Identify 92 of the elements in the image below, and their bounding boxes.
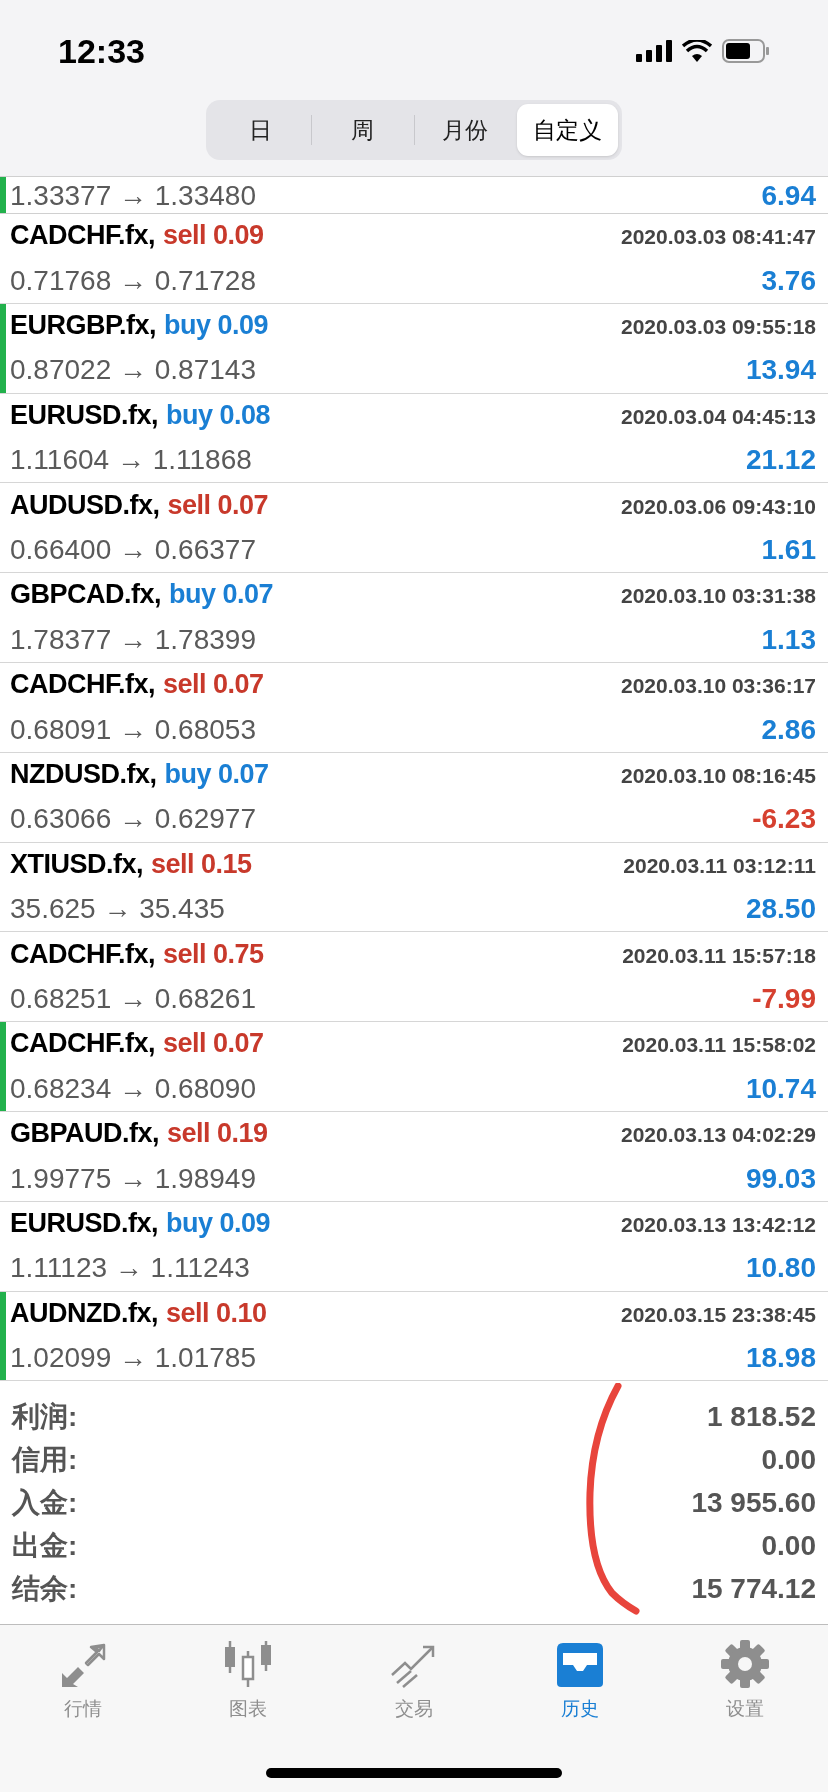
symbol-name: EURUSD.fx,: [10, 398, 159, 432]
order-type: buy 0.09: [166, 1206, 271, 1240]
price-range: 0.66400 → 0.66377: [10, 533, 256, 568]
order-type: sell 0.07: [163, 1027, 264, 1061]
profit-value: -6.23: [752, 802, 816, 837]
trade-time: 2020.03.10 03:36:17: [621, 673, 816, 700]
summary-value: 13 955.60: [691, 1485, 816, 1520]
trade-time: 2020.03.13 04:02:29: [621, 1122, 816, 1149]
price-range: 1.11123 → 1.11243: [10, 1251, 250, 1286]
price-range: 1.11604 → 1.11868: [10, 443, 252, 478]
price-range: 0.71768 → 0.71728: [10, 263, 256, 298]
trade-time: 2020.03.13 13:42:12: [621, 1211, 816, 1238]
symbol-name: AUDNZD.fx,: [10, 1296, 158, 1330]
period-tab[interactable]: 周: [312, 104, 414, 156]
nav-tab[interactable]: 行情: [0, 1637, 166, 1724]
profit-value: 18.98: [745, 1341, 816, 1376]
summary-label: 入金:: [12, 1485, 78, 1520]
trade-time: 2020.03.15 23:38:45: [621, 1301, 816, 1328]
symbol-name: CADCHF.fx,: [10, 937, 155, 971]
symbol-name: XTIUSD.fx,: [10, 847, 144, 881]
clock-time: 12:33: [58, 30, 145, 72]
symbol-name: EURUSD.fx,: [10, 1206, 159, 1240]
symbol-name: CADCHF.fx,: [10, 668, 155, 702]
trade-time: 2020.03.11 03:12:11: [623, 852, 816, 879]
symbol-name: EURGBP.fx,: [10, 308, 157, 342]
nav-tab[interactable]: 历史: [496, 1637, 663, 1724]
summary-value: 0.00: [761, 1528, 816, 1563]
symbol-name: CADCHF.fx,: [10, 1027, 155, 1061]
profit-value: 13.94: [745, 353, 816, 388]
symbol-name: GBPCAD.fx,: [10, 578, 161, 612]
order-type: buy 0.08: [166, 398, 271, 432]
summary-label: 信用:: [12, 1442, 78, 1477]
profit-value: 28.50: [745, 892, 816, 927]
battery-icon: [722, 39, 770, 63]
trade-time: 2020.03.03 09:55:18: [621, 313, 816, 340]
trade-time: 2020.03.11 15:58:02: [622, 1032, 816, 1059]
price-range: 0.68091 → 0.68053: [10, 712, 256, 747]
order-type: sell 0.09: [163, 219, 264, 253]
period-tab[interactable]: 月份: [414, 104, 516, 156]
price-range: 1.33377 → 1.33480: [10, 179, 256, 213]
nav-tab[interactable]: 图表: [165, 1637, 332, 1724]
price-range: 1.99775 → 1.98949: [10, 1161, 256, 1196]
trade-time: 2020.03.06 09:43:10: [621, 493, 816, 520]
summary-label: 结余:: [12, 1571, 78, 1606]
wifi-icon: [682, 40, 712, 62]
profit-value: 99.03: [745, 1161, 816, 1196]
profit-value: -7.99: [752, 982, 816, 1016]
summary-value: 1 818.52: [707, 1399, 816, 1434]
price-range: 0.68251 → 0.68261: [10, 982, 256, 1016]
price-range: 35.625 → 35.435: [10, 892, 225, 927]
summary-value: 0.00: [761, 1442, 816, 1477]
profit-value: 1.61: [761, 533, 816, 568]
inbox-icon: [554, 1641, 605, 1689]
signal-icon: [636, 40, 672, 62]
profit-value: 21.12: [745, 443, 816, 478]
order-type: buy 0.09: [164, 308, 269, 342]
order-type: sell 0.07: [167, 488, 269, 522]
summary-value: 15 774.12: [691, 1571, 816, 1606]
order-type: buy 0.07: [169, 578, 274, 612]
order-type: sell 0.15: [151, 847, 252, 881]
summary-label: 利润:: [12, 1399, 78, 1434]
trade-time: 2020.03.10 03:31:38: [621, 583, 816, 610]
trade-time: 2020.03.11 15:57:18: [622, 942, 816, 969]
settings-icon: [720, 1639, 771, 1689]
symbol-name: CADCHF.fx,: [10, 219, 155, 253]
trade-time: 2020.03.03 08:41:47: [621, 224, 816, 251]
profit-value: 3.76: [761, 263, 816, 298]
period-tab[interactable]: 自定义: [516, 104, 618, 156]
profit-value: 10.80: [745, 1251, 816, 1286]
symbol-name: AUDUSD.fx,: [10, 488, 160, 522]
order-type: sell 0.19: [167, 1117, 268, 1151]
profit-value: 6.94: [761, 179, 816, 213]
price-range: 1.02099 → 1.01785: [10, 1341, 256, 1376]
profit-value: 1.13: [761, 622, 816, 657]
order-type: sell 0.75: [163, 937, 264, 971]
trade-time: 2020.03.10 08:16:45: [621, 762, 816, 789]
order-type: sell 0.10: [166, 1296, 267, 1330]
nav-tab[interactable]: 设置: [662, 1637, 828, 1724]
price-range: 0.68234 → 0.68090: [10, 1071, 256, 1106]
summary-label: 出金:: [12, 1528, 78, 1563]
profit-value: 2.86: [761, 712, 816, 747]
order-type: sell 0.07: [163, 668, 264, 702]
profit-value: 10.74: [745, 1071, 816, 1106]
symbol-name: GBPAUD.fx,: [10, 1117, 159, 1151]
order-type: buy 0.07: [164, 757, 269, 791]
price-range: 0.63066 → 0.62977: [10, 802, 256, 837]
trade-time: 2020.03.04 04:45:13: [621, 403, 816, 430]
period-tab[interactable]: 日: [210, 104, 312, 156]
symbol-name: NZDUSD.fx,: [10, 757, 157, 791]
price-range: 1.78377 → 1.78399: [10, 622, 256, 657]
price-range: 0.87022 → 0.87143: [10, 353, 256, 388]
nav-tab[interactable]: 交易: [331, 1637, 497, 1724]
